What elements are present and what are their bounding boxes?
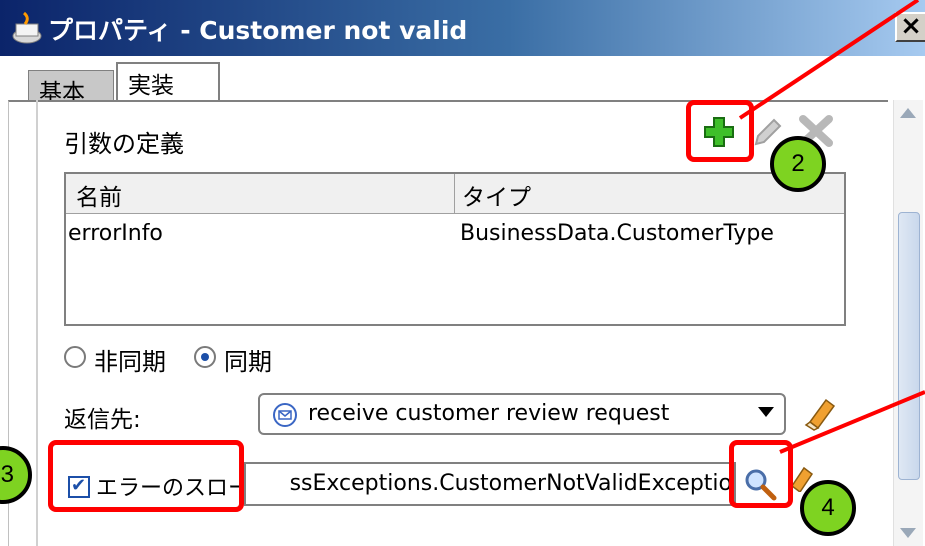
scroll-thumb[interactable]: [898, 212, 920, 480]
eraser-icon[interactable]: [800, 392, 840, 432]
tab-label: 実装: [128, 73, 174, 99]
scroll-down-icon[interactable]: [900, 528, 916, 538]
arguments-table: 名前 タイプ errorInfo BusinessData.CustomerTy…: [64, 172, 846, 326]
exception-field[interactable]: ssExceptions.CustomerNotValidExceptio: [244, 462, 736, 506]
app-icon: [12, 11, 42, 44]
argument-name: errorInfo: [68, 221, 163, 246]
window-title: プロパティ - Customer not valid: [48, 16, 468, 45]
exception-value: ssExceptions.CustomerNotValidExceptio: [289, 471, 732, 496]
argument-type: BusinessData.CustomerType: [460, 221, 774, 246]
add-highlight: [686, 100, 754, 162]
throw-error-highlight: [48, 440, 244, 512]
step-badge-4: 4: [800, 480, 856, 536]
reply-to-value: receive customer review request: [308, 401, 670, 426]
title-bar[interactable]: プロパティ - Customer not valid ×: [0, 0, 925, 56]
column-header-name[interactable]: 名前: [76, 178, 122, 212]
tab-implementation[interactable]: 実装: [116, 62, 220, 104]
properties-dialog: プロパティ - Customer not valid × 基本 実装 引数の定義…: [0, 0, 925, 546]
arguments-section-title: 引数の定義: [64, 130, 184, 158]
async-radio[interactable]: [64, 346, 86, 368]
column-divider[interactable]: [454, 174, 455, 214]
async-label: 非同期: [94, 348, 166, 376]
message-icon: [273, 403, 297, 427]
table-row[interactable]: errorInfo BusinessData.CustomerType: [66, 215, 844, 255]
panel-divider: [36, 100, 38, 546]
close-icon: ×: [900, 11, 922, 41]
tab-basic[interactable]: 基本: [28, 70, 114, 106]
column-header-type[interactable]: タイプ: [462, 178, 531, 212]
sync-radio[interactable]: [194, 346, 216, 368]
step-badge-2: 2: [770, 136, 826, 192]
sync-label: 同期: [224, 348, 272, 376]
reply-to-label: 返信先:: [64, 407, 141, 433]
scroll-up-icon[interactable]: [900, 108, 916, 118]
close-button[interactable]: ×: [895, 12, 925, 42]
search-highlight: [729, 440, 793, 508]
table-header: 名前 タイプ: [66, 174, 844, 214]
chevron-down-icon[interactable]: [758, 407, 774, 417]
vertical-scrollbar[interactable]: [893, 100, 923, 546]
reply-to-select[interactable]: receive customer review request: [258, 393, 786, 435]
